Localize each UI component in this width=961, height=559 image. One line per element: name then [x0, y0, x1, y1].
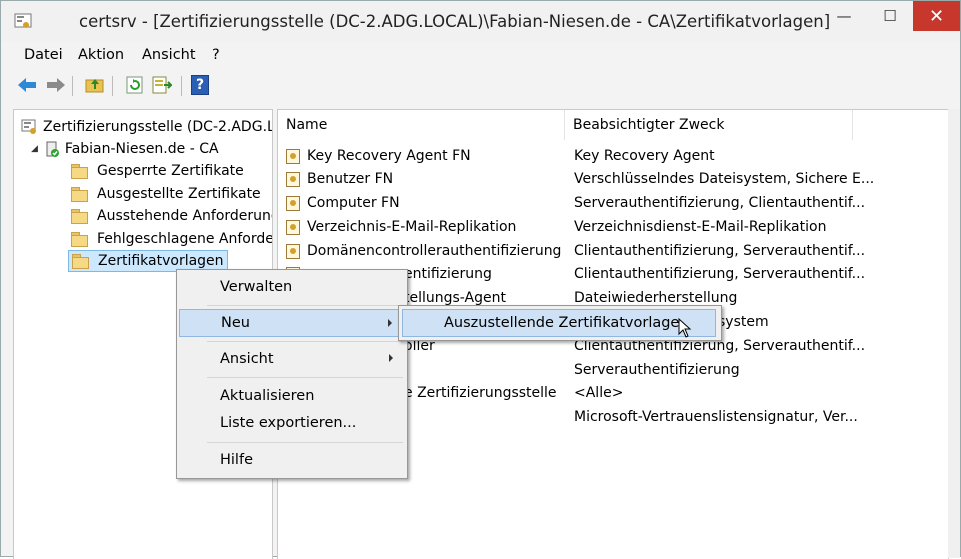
- tree-folder-label: Gesperrte Zertifikate: [97, 163, 244, 179]
- toolbar-separator: [112, 76, 113, 96]
- menu-separator: [207, 442, 403, 443]
- tree-folder-label: Ausgestellte Zertifikate: [97, 186, 261, 202]
- list-item-name: Verzeichnis-E-Mail-Replikation: [307, 219, 517, 235]
- context-item-aktualisieren[interactable]: Aktualisieren: [179, 382, 405, 410]
- list-item-purpose: Serverauthentifizierung: [574, 362, 740, 378]
- export-icon[interactable]: [151, 74, 173, 96]
- help-icon[interactable]: ?: [191, 75, 209, 95]
- close-button[interactable]: ✕: [913, 1, 960, 31]
- maximize-button[interactable]: ☐: [867, 1, 913, 31]
- minimize-icon: —: [836, 7, 852, 25]
- list-item-purpose: Clientauthentifizierung, Serverauthentif…: [574, 266, 866, 282]
- column-header-purpose[interactable]: Beabsichtigter Zweck: [565, 110, 853, 140]
- certificate-template-icon: [286, 244, 300, 259]
- submenu-item-template-to-issue[interactable]: Auszustellende Zertifikatvorlage: [402, 309, 716, 337]
- certificate-template-icon: [286, 220, 300, 235]
- folder-icon: [71, 187, 88, 202]
- column-header-name[interactable]: Name: [278, 110, 565, 140]
- tree-folder-label: Zertifikatvorlagen: [98, 253, 224, 269]
- tree-root-label: Zertifizierungsstelle (DC-2.ADG.LOC: [43, 119, 273, 135]
- list-item-name: Computer FN: [307, 195, 400, 211]
- tree-node-ca-label: Fabian-Niesen.de - CA: [64, 141, 219, 157]
- menu-aktion[interactable]: Aktion: [78, 47, 124, 63]
- menu-bar: Datei Aktion Ansicht ?: [1, 44, 960, 68]
- context-item-neu-label: Neu: [221, 315, 250, 331]
- context-item-liste-exportieren[interactable]: Liste exportieren...: [179, 409, 405, 437]
- context-item-ansicht[interactable]: Ansicht: [179, 345, 405, 373]
- tree-folder-label: Fehlgeschlagene Anforder: [97, 231, 273, 247]
- expand-arrow-icon[interactable]: ◢: [31, 144, 38, 154]
- toolbar-separator: [72, 76, 73, 96]
- certificate-template-icon: [286, 172, 300, 187]
- list-item[interactable]: Key Recovery Agent FN Key Recovery Agent: [278, 146, 948, 169]
- ca-server-icon: [46, 141, 59, 157]
- forward-icon[interactable]: [45, 74, 67, 96]
- list-item-purpose: system: [718, 314, 769, 330]
- menu-datei[interactable]: Datei: [24, 47, 63, 63]
- list-item-purpose: Clientauthentifizierung, Serverauthentif…: [574, 243, 866, 259]
- tree-folder-issued[interactable]: Ausgestellte Zertifikate: [71, 184, 261, 204]
- up-folder-icon[interactable]: [84, 74, 106, 96]
- menu-ansicht[interactable]: Ansicht: [142, 47, 196, 63]
- title-bar: certsrv - [Zertifizierungsstelle (DC-2.A…: [1, 1, 960, 42]
- folder-icon: [71, 164, 88, 179]
- tree-folder-revoked[interactable]: Gesperrte Zertifikate: [71, 161, 244, 181]
- list-item-name: Key Recovery Agent FN: [307, 148, 471, 164]
- list-item-name: entifizierung: [404, 266, 492, 282]
- list-item[interactable]: Verzeichnis-E-Mail-Replikation Verzeichni…: [278, 217, 948, 240]
- context-item-ansicht-label: Ansicht: [220, 351, 274, 367]
- certification-authority-icon: [21, 119, 36, 134]
- certificate-template-icon: [286, 196, 300, 211]
- list-item-purpose: Serverauthentifizierung, Clientauthentif…: [574, 195, 866, 211]
- context-item-verwalten[interactable]: Verwalten: [179, 273, 405, 301]
- tree-folder-failed[interactable]: Fehlgeschlagene Anforder: [71, 229, 273, 249]
- list-item[interactable]: Domänencontrollerauthentifizierung Client…: [278, 241, 948, 264]
- menu-separator: [207, 341, 403, 342]
- toolbar: ?: [1, 71, 960, 101]
- maximize-icon: ☐: [883, 7, 897, 25]
- folder-icon: [71, 232, 88, 247]
- list-item[interactable]: Computer FN Serverauthentifizierung, Clie…: [278, 193, 948, 216]
- folder-icon: [72, 254, 89, 269]
- vertical-scrollbar[interactable]: [948, 109, 960, 558]
- tree-folder-pending[interactable]: Ausstehende Anforderung: [71, 206, 273, 226]
- list-item-name: e Zertifizierungsstelle: [404, 385, 557, 401]
- list-item[interactable]: Benutzer FN Verschlüsselndes Dateisystem,…: [278, 169, 948, 192]
- window-title: certsrv - [Zertifizierungsstelle (DC-2.A…: [79, 12, 831, 31]
- tree-node-ca[interactable]: ◢ Fabian-Niesen.de - CA: [31, 139, 219, 159]
- menu-separator: [207, 377, 403, 378]
- mmc-window: certsrv - [Zertifizierungsstelle (DC-2.A…: [0, 0, 961, 559]
- list-item-name: Domänencontrollerauthentifizierung: [307, 243, 562, 259]
- tree-folder-label: Ausstehende Anforderung: [97, 208, 273, 224]
- menu-help[interactable]: ?: [212, 47, 220, 63]
- close-icon: ✕: [928, 5, 945, 27]
- submenu-arrow-icon: [389, 354, 393, 362]
- list-item-purpose: Key Recovery Agent: [574, 148, 715, 164]
- refresh-icon[interactable]: [124, 74, 146, 96]
- list-item-purpose: <Alle>: [574, 385, 624, 401]
- list-item-purpose: Verschlüsselndes Dateisystem, Sichere E.…: [574, 171, 875, 187]
- context-submenu: Auszustellende Zertifikatvorlage: [398, 305, 722, 341]
- list-item-purpose: Microsoft-Vertrauenslistensignatur, Ver.…: [574, 409, 858, 425]
- context-item-neu[interactable]: Neu: [179, 309, 405, 337]
- context-menu: Verwalten Neu Ansicht Aktualisieren List…: [176, 269, 408, 479]
- certsrv-app-icon: [14, 13, 32, 28]
- minimize-button[interactable]: —: [821, 1, 867, 31]
- folder-icon: [71, 209, 88, 224]
- list-item-name: tellungs-Agent: [404, 290, 506, 306]
- tree-root[interactable]: Zertifizierungsstelle (DC-2.ADG.LOC: [21, 117, 273, 137]
- back-icon[interactable]: [16, 74, 38, 96]
- context-item-hilfe[interactable]: Hilfe: [179, 446, 405, 474]
- submenu-arrow-icon: [388, 319, 392, 327]
- menu-separator: [207, 305, 403, 306]
- list-item-purpose: Dateiwiederherstellung: [574, 290, 738, 306]
- certificate-template-icon: [286, 149, 300, 164]
- toolbar-separator: [181, 76, 182, 96]
- list-item-name: Benutzer FN: [307, 171, 394, 187]
- mouse-cursor-icon: [678, 318, 692, 338]
- list-item-purpose: Verzeichnisdienst-E-Mail-Replikation: [574, 219, 827, 235]
- column-header-empty: [853, 110, 948, 140]
